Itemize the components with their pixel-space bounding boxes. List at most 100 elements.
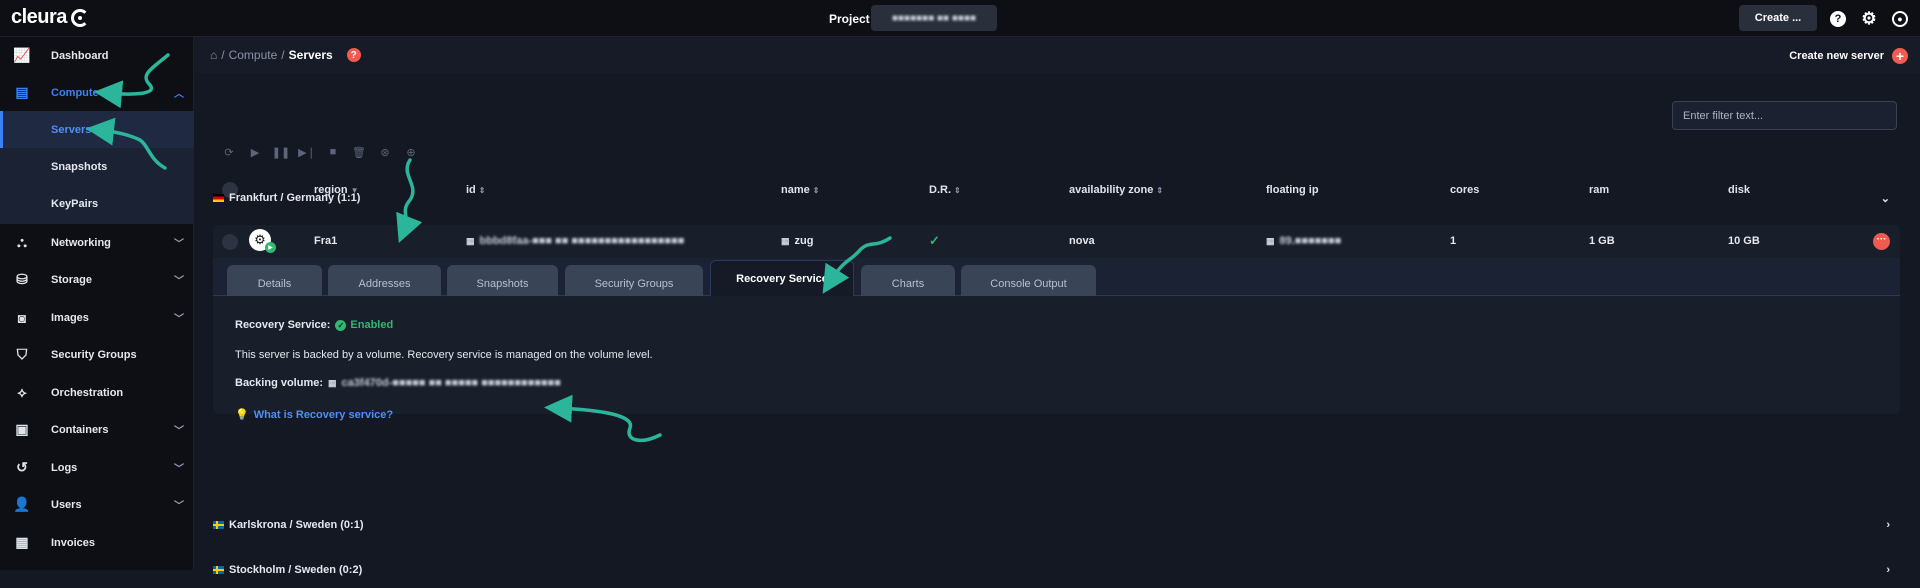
region-group-label: Karlskrona / Sweden (0:1)	[229, 519, 364, 531]
project-value: ■■■■■■■ ■■ ■■■■	[891, 12, 977, 24]
grid-icon: ▦	[781, 235, 790, 246]
cell-region: Fra1	[314, 235, 338, 247]
cell-id[interactable]: ▦ bbbd8faa-■■■ ■■ ■■■■■■■■■■■■■■■■■	[466, 235, 684, 247]
shield-icon: ⛉	[16, 346, 28, 362]
sidebar-item-label: Snapshots	[51, 160, 108, 173]
region-group-label: Stockholm / Sweden (0:2)	[229, 564, 363, 576]
cell-cores: 1	[1450, 235, 1457, 247]
cell-disk: 10 GB	[1728, 235, 1760, 247]
breadcrumb: ⌂ / Compute / Servers ?	[210, 48, 361, 62]
region-group-label: Frankfurt / Germany (1:1)	[229, 192, 361, 204]
box-icon: ▣	[15, 421, 29, 437]
region-group-frankfurt[interactable]: Frankfurt / Germany (1:1) ⌄	[213, 180, 1900, 216]
create-new-server-label: Create new server	[1789, 50, 1884, 62]
sidebar-item-label: Networking	[51, 236, 111, 249]
lifebuoy-icon[interactable]: ⊛	[378, 145, 392, 159]
sidebar-item-networking[interactable]: ⛬ Networking ﹀	[0, 224, 194, 261]
server-actions-toolbar: ⟳ ▶ ❚❚ ▶❘ ■ 🗑 ⊛ ⊕	[222, 145, 418, 159]
grid-icon: ▦	[1266, 235, 1275, 246]
help-icon[interactable]: ?	[1830, 11, 1846, 27]
sidebar-item-label: Logs	[51, 461, 78, 474]
sidebar-item-label: Servers	[51, 123, 92, 136]
check-icon: ✓	[929, 233, 940, 248]
os-image-icon: ⚙ ▶	[249, 229, 276, 253]
breadcrumb-current: Servers	[288, 48, 333, 62]
sidebar-item-label: Dashboard	[51, 49, 109, 62]
create-new-server-button[interactable]: Create new server +	[1789, 48, 1908, 64]
cleura-logo[interactable]: cleura	[11, 6, 89, 29]
sidebar: 📈 Dashboard ▤ Compute ︿ Servers Snapshot…	[0, 37, 194, 570]
create-button[interactable]: Create ...	[1739, 5, 1817, 31]
breadcrumb-compute[interactable]: Compute	[229, 48, 278, 62]
cell-name[interactable]: ▦ zug	[781, 235, 813, 247]
project-select[interactable]: ■■■■■■■ ■■ ■■■■	[871, 5, 997, 31]
grid-icon: ▦	[466, 235, 475, 246]
cell-floating-ip[interactable]: ▦ 89.■■■■■■■	[1266, 235, 1341, 247]
sidebar-item-label: KeyPairs	[51, 197, 99, 210]
sidebar-item-label: Security Groups	[51, 348, 137, 361]
help-icon[interactable]: ?	[346, 48, 361, 62]
home-icon[interactable]: ⌂	[210, 48, 217, 62]
sidebar-item-storage[interactable]: ⛁ Storage ﹀	[0, 261, 194, 298]
chevron-down-icon: ﹀	[174, 501, 184, 512]
sidebar-item-users[interactable]: 👤 Users ﹀	[0, 486, 194, 523]
trash-icon[interactable]: 🗑	[352, 145, 366, 159]
gear-icon[interactable]: ⚙	[1861, 9, 1877, 28]
lightbulb-icon: 💡	[235, 409, 249, 421]
orchestration-icon: ⟡	[17, 384, 27, 400]
recovery-note: This server is backed by a volume. Recov…	[235, 349, 653, 361]
sidebar-item-security-groups[interactable]: ⛉ Security Groups	[0, 336, 194, 373]
tab-recovery-service[interactable]: Recovery Service	[710, 260, 854, 297]
user-icon[interactable]: ●	[1892, 11, 1908, 27]
sidebar-item-snapshots[interactable]: Snapshots	[0, 148, 194, 185]
sidebar-item-images[interactable]: ◙ Images ﹀	[0, 299, 194, 336]
table-row[interactable]: ⚙ ▶ Fra1 ▦ bbbd8faa-■■■ ■■ ■■■■■■■■■■■■■■■…	[213, 225, 1900, 258]
calculator-icon: ▦	[15, 534, 29, 550]
sweden-flag-icon	[213, 566, 224, 574]
page-header: ⌂ / Compute / Servers ? Create new serve…	[195, 37, 1920, 73]
sidebar-item-label: Compute	[51, 86, 99, 99]
recovery-status-line: Recovery Service: ✓ Enabled	[235, 319, 393, 331]
sidebar-item-dashboard[interactable]: 📈 Dashboard	[0, 37, 194, 74]
region-group-karlskrona[interactable]: Karlskrona / Sweden (0:1) ›	[213, 507, 1900, 543]
region-group-stockholm[interactable]: Stockholm / Sweden (0:2) ›	[213, 552, 1900, 588]
sidebar-item-logs[interactable]: ↺ Logs ﹀	[0, 449, 194, 486]
project-label: Project	[829, 12, 870, 26]
server-detail-tabs: Details Addresses Snapshots Security Gro…	[213, 258, 1900, 302]
filter-input[interactable]	[1672, 101, 1897, 130]
recovery-label: Recovery Service:	[235, 319, 331, 331]
skip-icon[interactable]: ▶❘	[298, 145, 316, 159]
more-options-button[interactable]: ···	[1873, 233, 1890, 250]
refresh-icon[interactable]: ⟳	[222, 145, 236, 159]
sidebar-item-keypairs[interactable]: KeyPairs	[0, 185, 194, 222]
sidebar-item-label: Invoices	[51, 536, 96, 549]
sidebar-item-orchestration[interactable]: ⟡ Orchestration	[0, 374, 194, 411]
status-badge: ✓ Enabled	[335, 319, 393, 331]
what-is-recovery-label: What is Recovery service?	[253, 408, 394, 421]
backing-volume-id[interactable]: ca3f470d-■■■■■ ■■ ■■■■■ ■■■■■■■■■■■■	[342, 377, 561, 389]
camera-icon: ◙	[17, 309, 27, 326]
germany-flag-icon	[213, 194, 224, 202]
what-is-recovery-link[interactable]: 💡 What is Recovery service?	[235, 408, 394, 422]
play-icon[interactable]: ▶	[248, 145, 262, 159]
sidebar-item-invoices[interactable]: ▦ Invoices	[0, 524, 194, 561]
floating-ip: 89.■■■■■■■	[1279, 235, 1342, 247]
chevron-down-icon: ﹀	[174, 426, 184, 437]
chevron-down-icon: ⌄	[1880, 192, 1890, 205]
stop-icon[interactable]: ■	[326, 145, 340, 159]
row-select-radio[interactable]	[222, 234, 238, 250]
globe-icon[interactable]: ⊕	[404, 145, 418, 159]
chart-icon: 📈	[13, 47, 31, 63]
running-status-icon: ▶	[265, 242, 276, 253]
sidebar-item-compute[interactable]: ▤ Compute ︿	[0, 74, 194, 111]
sidebar-item-servers[interactable]: Servers	[0, 111, 194, 148]
chevron-right-icon: ›	[1886, 564, 1890, 576]
sidebar-item-label: Storage	[51, 273, 92, 286]
pause-icon[interactable]: ❚❚	[272, 145, 290, 159]
backing-volume-label: Backing volume:	[235, 377, 324, 389]
cell-availability-zone: nova	[1069, 235, 1095, 247]
server-name: zug	[794, 235, 814, 247]
chevron-down-icon: ﹀	[174, 239, 184, 250]
sidebar-item-label: Users	[51, 498, 82, 511]
sidebar-item-containers[interactable]: ▣ Containers ﹀	[0, 411, 194, 448]
